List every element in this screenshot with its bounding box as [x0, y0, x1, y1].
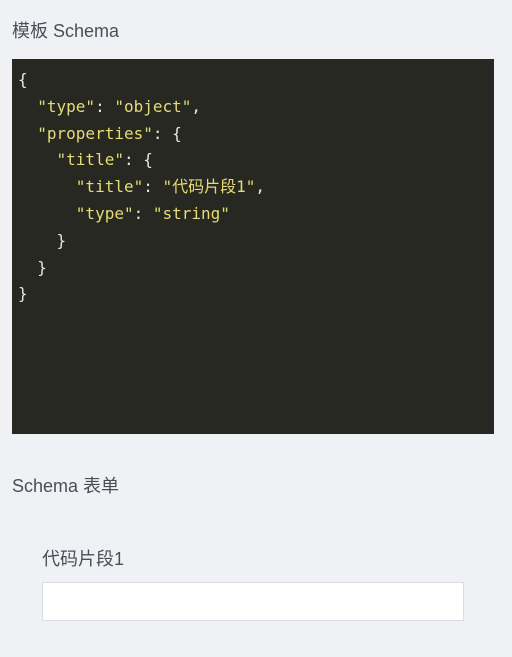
code-punctuation-token: :	[95, 96, 115, 116]
code-punctuation-token: :	[133, 203, 153, 223]
code-punctuation-token	[18, 124, 37, 143]
code-punctuation-token	[18, 177, 76, 196]
code-string-token: "代码片段1"	[162, 177, 256, 197]
template-schema-title: 模板 Schema	[12, 21, 120, 41]
schema-form-page: 模板 Schema { "type": "object", "propertie…	[0, 0, 512, 657]
code-line: {	[18, 67, 494, 94]
code-line: }	[18, 281, 494, 308]
code-line: }	[18, 255, 494, 282]
code-punctuation-token: ,	[191, 96, 202, 116]
schema-form-title: Schema 表单	[12, 476, 120, 496]
code-key-token: "type"	[75, 203, 134, 223]
code-snippet-input[interactable]	[42, 582, 464, 621]
code-key-token: "title"	[56, 150, 124, 170]
code-punctuation-token	[18, 204, 76, 223]
code-punctuation-token: }	[18, 230, 67, 250]
code-string-token: "string"	[152, 203, 230, 223]
code-key-token: "type"	[37, 96, 96, 116]
code-line: "title": {	[18, 147, 494, 174]
code-punctuation-token: {	[18, 70, 28, 89]
code-key-token: "properties"	[37, 123, 153, 143]
code-string-token: "object"	[114, 96, 192, 116]
code-line: }	[18, 228, 494, 255]
code-punctuation-token: :	[143, 177, 163, 197]
code-line: "title": "代码片段1",	[18, 174, 494, 201]
code-key-token: "title"	[75, 177, 144, 197]
code-line: "properties": {	[18, 121, 494, 148]
code-punctuation-token: : {	[123, 150, 153, 170]
code-punctuation-token	[18, 97, 37, 116]
code-punctuation-token: : {	[152, 123, 182, 143]
code-snippet-label: 代码片段1	[42, 549, 125, 569]
code-line: "type": "string"	[18, 201, 494, 228]
code-punctuation-token	[18, 150, 57, 169]
code-line: "type": "object",	[18, 94, 494, 121]
code-punctuation-token: }	[18, 257, 47, 277]
schema-code-editor[interactable]: { "type": "object", "properties": { "tit…	[12, 59, 494, 434]
code-punctuation-token: }	[18, 284, 28, 304]
code-punctuation-token: ,	[255, 177, 266, 197]
